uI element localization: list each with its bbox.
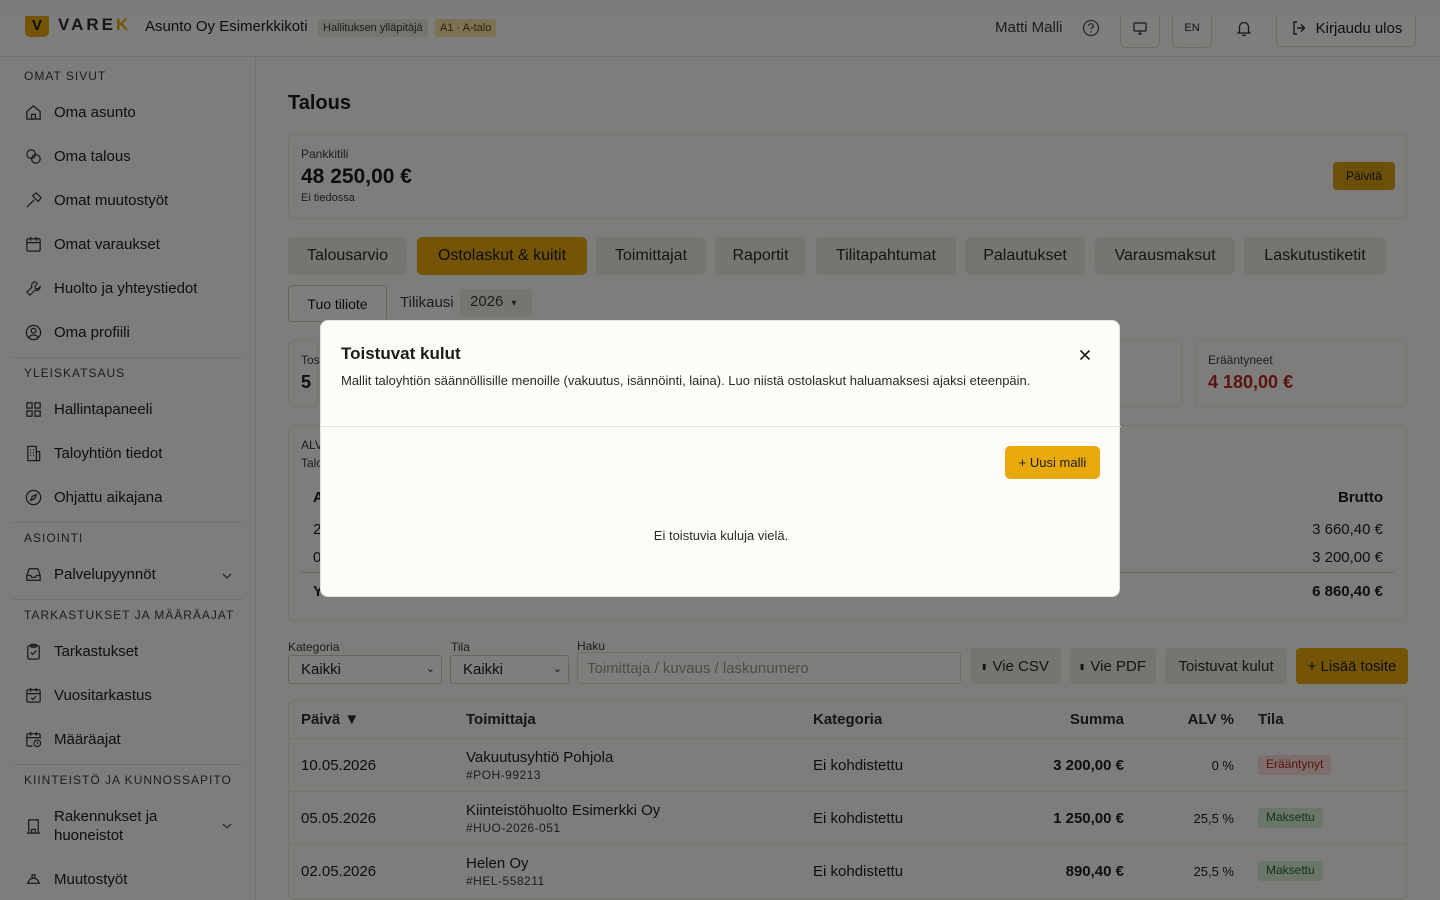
modal-divider: [321, 426, 1121, 427]
modal-description: Mallit taloyhtiön säännöllisille menoill…: [341, 373, 1031, 388]
new-template-button[interactable]: + Uusi malli: [1005, 446, 1100, 479]
recurring-costs-modal: Toistuvat kulut Mallit taloyhtiön säännö…: [320, 320, 1121, 597]
close-icon[interactable]: [1077, 347, 1093, 363]
modal-title: Toistuvat kulut: [341, 344, 461, 363]
empty-state-text: Ei toistuvia kuluja vielä.: [653, 528, 789, 543]
